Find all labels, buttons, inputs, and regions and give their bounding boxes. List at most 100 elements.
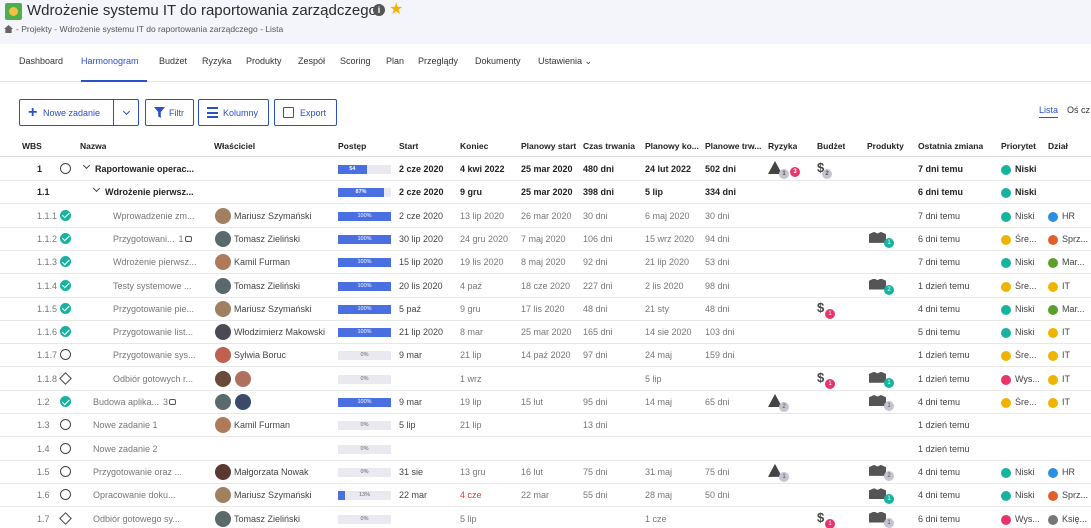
table-row[interactable]: 1.1 Wdrożenie pierwsz... 87% 2 cze 2020 9 gr… (0, 181, 1091, 205)
tab-ustawienia[interactable]: Ustawienia ⌄ (538, 56, 592, 67)
avatar[interactable] (215, 370, 231, 387)
table-row[interactable]: 1.2 Budowa aplika... 3 100% 9 mar 19 lip 15 lu… (0, 391, 1091, 414)
risk-count-badge[interactable]: 1 (779, 471, 789, 482)
task-name[interactable]: Nowe zadanie 2 (93, 444, 158, 454)
task-name[interactable]: Testy systemowe ... (113, 281, 192, 291)
check-circle-icon[interactable] (60, 279, 71, 291)
avatar[interactable] (215, 347, 231, 364)
tab-dokumenty[interactable]: Dokumenty (475, 56, 521, 66)
col-header-priority[interactable]: Priorytet (1001, 141, 1036, 151)
col-header-risk[interactable]: Ryzyka (768, 141, 797, 151)
avatar[interactable] (215, 394, 231, 410)
milestone-diamond-icon[interactable] (59, 511, 72, 525)
task-name[interactable]: Przygotowanie oraz ... (93, 467, 182, 477)
check-circle-icon[interactable] (60, 232, 71, 244)
table-row[interactable]: 1.1.7 Przygotowanie sys... Sylwia Boruc 0% 9… (0, 344, 1091, 368)
col-header-dept[interactable]: Dział (1048, 141, 1068, 151)
col-header-wbs[interactable]: WBS (22, 141, 42, 151)
product-count-badge[interactable]: 2 (884, 284, 894, 295)
open-circle-icon[interactable] (60, 349, 71, 361)
export-button[interactable]: Export (274, 99, 337, 126)
avatar[interactable] (235, 394, 251, 410)
new-task-dropdown-button[interactable] (113, 99, 140, 126)
table-row[interactable]: 1 Raportowanie operac... 54 2 cze 2020 4 kwi… (0, 158, 1091, 181)
check-circle-icon[interactable] (60, 326, 71, 338)
table-row[interactable]: 1.1.4 Testy systemowe ... Tomasz Zieliński… (0, 275, 1091, 298)
info-icon[interactable]: i (373, 4, 385, 16)
filter-button[interactable]: Filtr (145, 99, 194, 126)
risk-count-badge[interactable]: 1 (779, 169, 789, 179)
table-row[interactable]: 1.7 Odbiór gotowego sy... Tomasz Zieliński… (0, 508, 1091, 528)
col-header-duration[interactable]: Czas trwania (583, 141, 635, 151)
star-icon[interactable]: ★ (389, 0, 403, 19)
tab-budzet[interactable]: Budżet (159, 56, 187, 66)
budget-count-badge[interactable]: 2 (822, 169, 832, 179)
avatar[interactable] (215, 254, 231, 271)
table-row[interactable]: 1.1.6 Przygotowanie list... Włodzimierz Ma… (0, 321, 1091, 345)
open-circle-icon[interactable] (60, 489, 71, 501)
col-header-planned-end[interactable]: Planowy ko... (645, 141, 705, 151)
budget-count-badge[interactable]: 1 (825, 518, 835, 528)
risk-count-badge[interactable]: 2 (779, 402, 789, 412)
table-row[interactable]: 1.3 Nowe zadanie 1 Kamil Furman 0% 5 lip 21 l… (0, 414, 1091, 438)
task-name[interactable]: Wdrożenie pierwsz... (113, 257, 197, 267)
risk-count-badge[interactable]: 3 (790, 167, 800, 177)
product-count-badge[interactable]: 2 (884, 470, 894, 481)
col-header-name[interactable]: Nazwa (80, 141, 106, 151)
table-row[interactable]: 1.4 Nowe zadanie 2 0% 1 dzień temu (0, 438, 1091, 461)
col-header-planned-duration[interactable]: Planowe trw... (705, 141, 765, 151)
open-circle-icon[interactable] (60, 442, 71, 454)
view-timeline-toggle[interactable]: Oś cz (1067, 105, 1090, 115)
table-row[interactable]: 1.5 Przygotowanie oraz ... Małgorzata Nowa… (0, 461, 1091, 484)
task-name[interactable]: Wprowadzenie zm... (113, 211, 195, 221)
budget-count-badge[interactable]: 1 (825, 308, 835, 319)
col-header-budget[interactable]: Budżet (817, 141, 845, 151)
product-count-badge[interactable]: 1 (884, 237, 894, 248)
new-task-button[interactable]: + Nowe zadanie (19, 99, 139, 126)
budget-count-badge[interactable]: 1 (825, 378, 835, 389)
table-row[interactable]: 1.6 Opracowanie doku... Mariusz Szymański 1… (0, 484, 1091, 508)
col-header-progress[interactable]: Postęp (338, 141, 366, 151)
tab-zespol[interactable]: Zespół (298, 56, 325, 66)
task-name[interactable]: Przygotowanie sys... (113, 350, 196, 360)
avatar[interactable] (215, 487, 231, 504)
check-circle-icon[interactable] (60, 209, 71, 221)
task-name[interactable]: Przygotowanie list... (113, 327, 193, 337)
home-icon[interactable] (4, 25, 13, 33)
chevron-down-icon[interactable] (82, 161, 91, 170)
task-name[interactable]: Wdrożenie pierwsz... (105, 187, 194, 197)
columns-button[interactable]: Kolumny (198, 99, 269, 126)
avatar[interactable] (215, 463, 231, 480)
col-header-planned-start[interactable]: Planowy start (521, 141, 576, 151)
table-row[interactable]: 1.1.8 Odbiór gotowych r... 0% 1 wrz 5 lip $1 1… (0, 368, 1091, 391)
avatar[interactable] (215, 300, 231, 317)
tab-produkty[interactable]: Produkty (246, 56, 282, 66)
avatar[interactable] (215, 324, 231, 341)
comment-icon[interactable] (169, 399, 177, 405)
col-header-products[interactable]: Produkty (867, 141, 904, 151)
check-circle-icon[interactable] (60, 256, 71, 268)
check-circle-icon[interactable] (60, 302, 71, 314)
task-name[interactable]: Przygotowani... 1 (113, 234, 192, 244)
comment-icon[interactable] (184, 235, 192, 242)
open-circle-icon[interactable] (60, 419, 71, 431)
avatar[interactable] (215, 277, 231, 294)
chevron-down-icon[interactable] (92, 185, 101, 193)
tab-scoring[interactable]: Scoring (340, 56, 371, 66)
task-name[interactable]: Odbiór gotowych r... (113, 374, 193, 384)
task-name[interactable]: Odbiór gotowego sy... (93, 514, 180, 524)
open-circle-icon[interactable] (60, 163, 71, 174)
product-count-badge[interactable]: 1 (884, 517, 894, 528)
col-header-start[interactable]: Start (399, 141, 418, 151)
task-name[interactable]: Nowe zadanie 1 (93, 420, 158, 430)
table-row[interactable]: 1.1.1 Wprowadzenie zm... Mariusz Szymański… (0, 205, 1091, 228)
avatar[interactable] (215, 230, 231, 247)
view-list-toggle[interactable]: Lista (1039, 105, 1059, 118)
task-name[interactable]: Raportowanie operac... (95, 164, 194, 174)
task-name[interactable]: Przygotowanie pie... (113, 304, 194, 314)
avatar[interactable] (215, 417, 231, 434)
avatar[interactable] (215, 510, 231, 527)
breadcrumb-text[interactable]: - Projekty - Wdrożenie systemu IT do rap… (16, 24, 283, 34)
product-count-badge[interactable]: 1 (884, 377, 894, 388)
tab-harmonogram[interactable]: Harmonogram (81, 56, 139, 66)
